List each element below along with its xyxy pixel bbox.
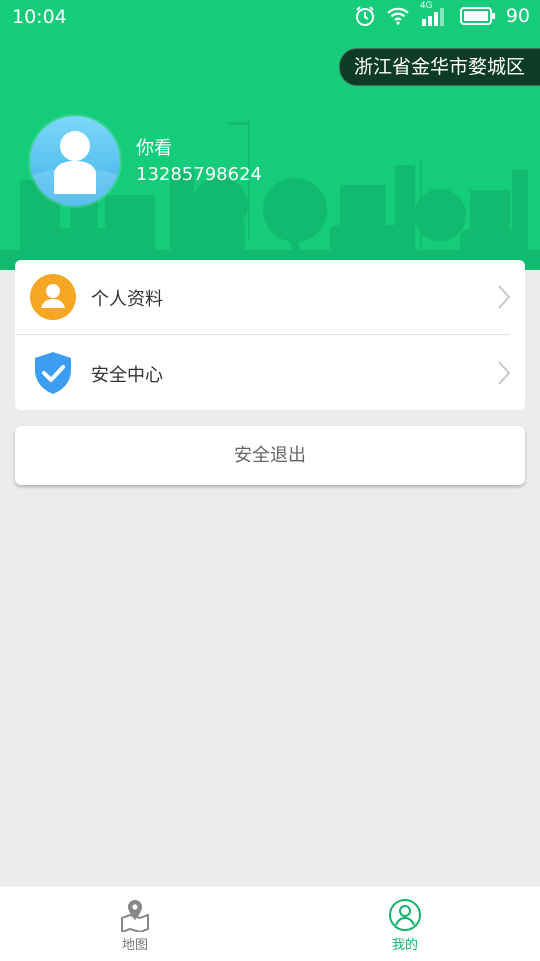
status-icons: 4G 90	[354, 1, 530, 27]
battery-icon	[459, 7, 495, 25]
chevron-right-icon	[498, 285, 511, 309]
user-profile-icon	[30, 274, 76, 320]
nav-item-mine[interactable]: 我的	[270, 886, 540, 961]
default-avatar-icon	[30, 131, 120, 206]
user-name: 你看	[136, 138, 172, 159]
profile-header: 10:04 4G 90 浙江省金华市婺城区 你看 13285798624	[0, 0, 540, 270]
signal-icon: 4G	[420, 1, 450, 27]
menu-card: 个人资料 安全中心	[15, 260, 525, 410]
nav-label-map: 地图	[121, 938, 148, 953]
user-phone: 13285798624	[136, 164, 262, 185]
bottom-nav: 地图 我的	[0, 885, 540, 961]
logout-button[interactable]: 安全退出	[15, 426, 525, 485]
shield-check-icon	[35, 352, 71, 394]
wifi-icon	[387, 7, 409, 25]
user-circle-icon	[389, 899, 421, 931]
region-badge[interactable]: 浙江省金华市婺城区	[338, 48, 540, 86]
status-bar: 10:04 4G 90	[0, 0, 540, 34]
nav-item-map[interactable]: 地图	[0, 886, 270, 961]
chevron-right-icon	[498, 361, 511, 385]
menu-item-label: 个人资料	[91, 289, 163, 310]
divider	[15, 334, 510, 335]
battery-level: 90	[505, 5, 530, 27]
menu-item-security[interactable]: 安全中心	[15, 336, 525, 410]
menu-item-label: 安全中心	[91, 365, 163, 386]
alarm-icon	[355, 6, 374, 26]
nav-label-mine: 我的	[391, 938, 418, 953]
map-icon	[121, 900, 149, 932]
status-time: 10:04	[12, 6, 67, 28]
menu-item-profile[interactable]: 个人资料	[15, 260, 525, 335]
avatar[interactable]	[30, 116, 120, 206]
